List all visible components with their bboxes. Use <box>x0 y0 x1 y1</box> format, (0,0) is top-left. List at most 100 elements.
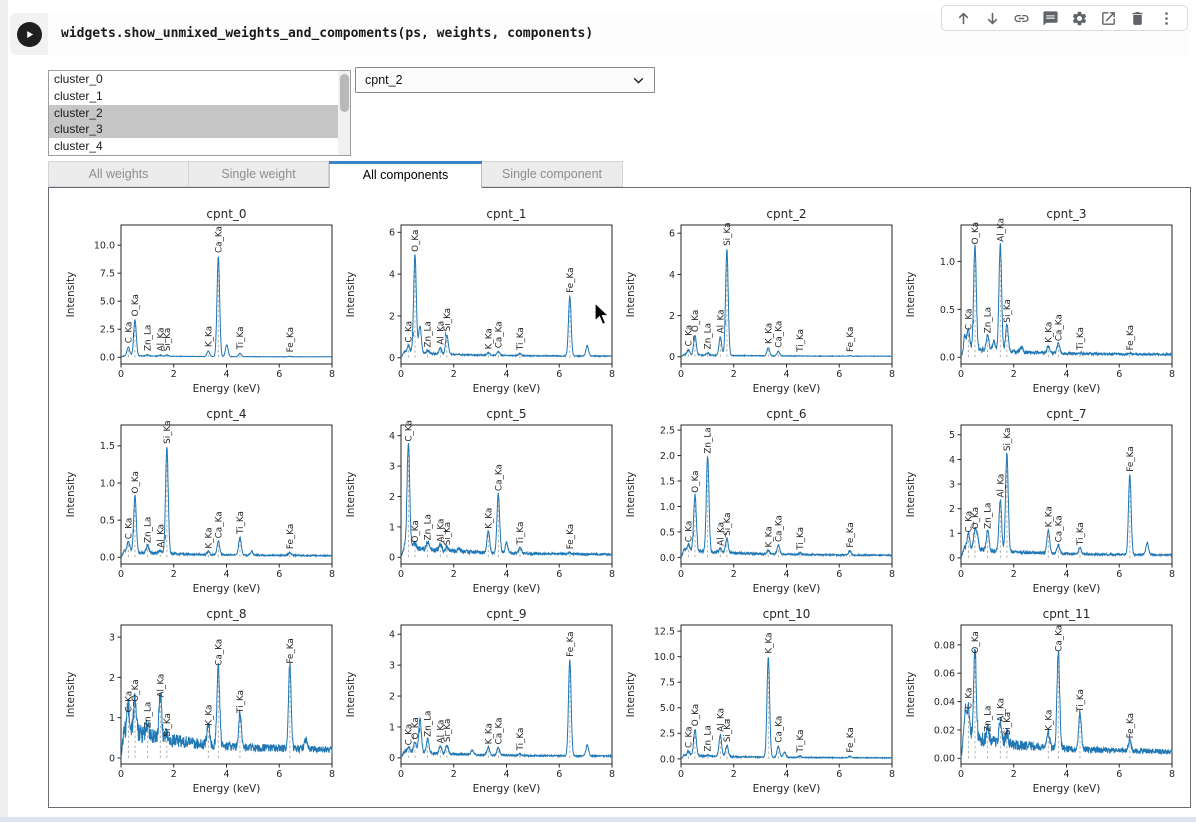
comment-icon[interactable] <box>1039 7 1061 29</box>
svg-text:2: 2 <box>731 769 737 780</box>
svg-text:Fe_Ka: Fe_Ka <box>1126 446 1136 471</box>
svg-text:2: 2 <box>389 492 395 503</box>
svg-text:Fe_Ka: Fe_Ka <box>846 727 856 752</box>
cluster-option-cluster_1[interactable]: cluster_1 <box>49 88 350 105</box>
svg-text:0: 0 <box>958 769 964 780</box>
cluster-option-cluster_0[interactable]: cluster_0 <box>49 71 350 88</box>
svg-text:1: 1 <box>949 529 955 540</box>
delete-cell-icon[interactable] <box>1126 7 1148 29</box>
svg-text:Fe_Ka: Fe_Ka <box>566 267 576 292</box>
svg-text:cpnt_2: cpnt_2 <box>766 207 806 221</box>
svg-text:O_Ka: O_Ka <box>411 717 421 739</box>
svg-text:2: 2 <box>949 504 955 515</box>
svg-text:K_Ka: K_Ka <box>204 326 214 347</box>
svg-text:2: 2 <box>451 569 457 580</box>
svg-text:Al_Ka: Al_Ka <box>156 524 166 548</box>
svg-text:Zn_La: Zn_La <box>144 702 154 728</box>
cluster-option-cluster_2[interactable]: cluster_2 <box>49 104 350 122</box>
listbox-scrollbar[interactable] <box>338 71 350 155</box>
svg-text:Ca_Ka: Ca_Ka <box>494 321 504 348</box>
svg-text:Zn_La: Zn_La <box>704 427 714 453</box>
cluster-option-cluster_4[interactable]: cluster_4 <box>49 138 350 155</box>
svg-text:0.0: 0.0 <box>660 553 675 564</box>
svg-text:K_Ka: K_Ka <box>484 508 494 529</box>
svg-text:2: 2 <box>171 769 177 780</box>
svg-text:Si_Ka: Si_Ka <box>163 420 173 443</box>
svg-text:4: 4 <box>503 569 509 580</box>
svg-text:Energy (keV): Energy (keV) <box>753 383 821 395</box>
move-cell-down-icon[interactable] <box>981 7 1003 29</box>
svg-text:1: 1 <box>109 713 115 724</box>
svg-text:Ca_Ka: Ca_Ka <box>1054 515 1064 542</box>
more-options-icon[interactable] <box>1155 7 1177 29</box>
svg-text:cpnt_5: cpnt_5 <box>486 407 526 421</box>
listbox-scrollbar-thumb[interactable] <box>339 74 349 112</box>
svg-text:Zn_La: Zn_La <box>144 325 154 351</box>
subplot-cpnt_7: cpnt_7 0 2 4 6 8 Energy (keV) 0 1 2 3 4 5 Intensity C_… <box>901 401 1181 601</box>
svg-text:0: 0 <box>678 569 684 580</box>
svg-text:0.5: 0.5 <box>940 305 955 316</box>
copy-link-icon[interactable] <box>1010 7 1032 29</box>
svg-text:Intensity: Intensity <box>65 672 77 718</box>
svg-text:8: 8 <box>1169 369 1175 380</box>
svg-text:6: 6 <box>669 229 675 240</box>
svg-text:Zn_La: Zn_La <box>424 711 434 737</box>
svg-text:Al_Ka: Al_Ka <box>156 674 166 698</box>
svg-text:Zn_La: Zn_La <box>984 706 994 732</box>
svg-text:1: 1 <box>389 522 395 533</box>
svg-text:4: 4 <box>223 769 229 780</box>
svg-text:K_Ka: K_Ka <box>1044 506 1054 527</box>
svg-text:Ca_Ka: Ca_Ka <box>774 716 784 743</box>
svg-text:Fe_Ka: Fe_Ka <box>286 524 296 549</box>
settings-icon[interactable] <box>1068 7 1090 29</box>
svg-text:0.0: 0.0 <box>100 353 115 364</box>
svg-text:K_Ka: K_Ka <box>1044 710 1054 731</box>
open-in-new-icon[interactable] <box>1097 7 1119 29</box>
svg-text:Intensity: Intensity <box>625 672 637 718</box>
svg-text:Energy (keV): Energy (keV) <box>193 383 261 395</box>
svg-text:0: 0 <box>118 769 124 780</box>
svg-text:4: 4 <box>503 369 509 380</box>
svg-text:1.5: 1.5 <box>100 441 115 452</box>
tab-all-weights[interactable]: All weights <box>48 161 189 187</box>
tab-all-components[interactable]: All components <box>329 161 482 188</box>
svg-text:2: 2 <box>389 691 395 702</box>
svg-text:Fe_Ka: Fe_Ka <box>1126 325 1136 350</box>
svg-text:Intensity: Intensity <box>905 472 917 518</box>
svg-text:Energy (keV): Energy (keV) <box>753 583 821 595</box>
svg-text:6: 6 <box>836 769 842 780</box>
svg-text:Energy (keV): Energy (keV) <box>1033 383 1101 395</box>
svg-text:Ca_Ka: Ca_Ka <box>1054 625 1064 652</box>
svg-text:8: 8 <box>889 569 895 580</box>
svg-text:6: 6 <box>276 369 282 380</box>
svg-text:O_Ka: O_Ka <box>131 471 141 493</box>
tab-single-weight[interactable]: Single weight <box>189 161 329 187</box>
svg-text:cpnt_3: cpnt_3 <box>1046 207 1086 221</box>
component-dropdown[interactable]: cpnt_2 <box>355 67 655 93</box>
svg-text:4: 4 <box>1063 369 1069 380</box>
svg-text:Intensity: Intensity <box>905 672 917 718</box>
svg-text:Ca_Ka: Ca_Ka <box>214 511 224 538</box>
svg-text:2: 2 <box>731 569 737 580</box>
svg-text:6: 6 <box>1116 769 1122 780</box>
svg-text:Si_Ka: Si_Ka <box>443 522 453 545</box>
move-cell-up-icon[interactable] <box>952 7 974 29</box>
svg-text:2.5: 2.5 <box>100 325 115 336</box>
svg-text:0: 0 <box>118 569 124 580</box>
play-button-area <box>10 13 48 55</box>
svg-text:2.5: 2.5 <box>660 729 675 740</box>
svg-text:Intensity: Intensity <box>625 472 637 518</box>
cluster-listbox[interactable]: cluster_0 cluster_1 cluster_2 cluster_3 clus… <box>48 70 351 156</box>
svg-text:Ti_Ka: Ti_Ka <box>1076 327 1086 351</box>
svg-text:Ca_Ka: Ca_Ka <box>214 639 224 666</box>
svg-text:cpnt_1: cpnt_1 <box>486 207 526 221</box>
cluster-option-cluster_3[interactable]: cluster_3 <box>49 121 350 139</box>
tab-single-component[interactable]: Single component <box>482 161 623 187</box>
run-cell-button[interactable] <box>16 21 42 47</box>
svg-text:Intensity: Intensity <box>345 472 357 518</box>
svg-text:4: 4 <box>503 769 509 780</box>
svg-text:0: 0 <box>109 753 115 764</box>
svg-text:K_Ka: K_Ka <box>484 328 494 349</box>
svg-text:K_Ka: K_Ka <box>204 527 214 548</box>
svg-text:2: 2 <box>171 569 177 580</box>
